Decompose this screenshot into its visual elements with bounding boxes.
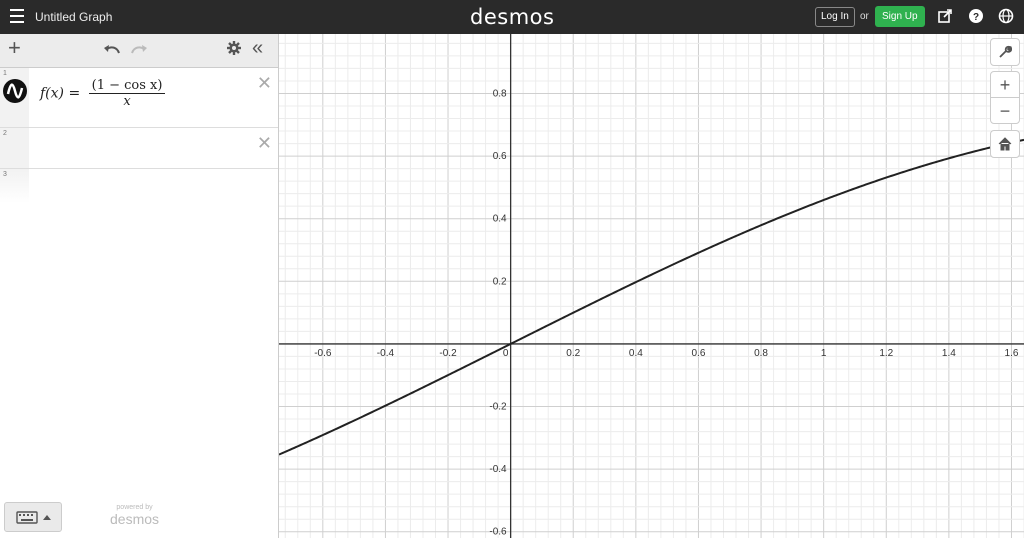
function-curve	[278, 138, 1024, 456]
expression-row-1[interactable]: 1 f(x) = (1 − cos x) x ✕	[0, 68, 278, 128]
powered-by-desmos: desmos	[110, 511, 160, 527]
y-tick-label: 0.6	[493, 151, 507, 162]
y-tick-label: 0.2	[493, 276, 507, 287]
x-tick-label: -0.6	[314, 348, 332, 359]
signup-button[interactable]: Sign Up	[875, 6, 925, 27]
expression-row-3[interactable]: 3	[0, 169, 278, 203]
x-tick-label: 0.8	[754, 348, 768, 359]
expression-formula[interactable]: f(x) = (1 − cos x) x	[40, 78, 166, 109]
x-tick-label: 1.2	[879, 348, 893, 359]
graph-canvas[interactable]: -0.6 -0.4 -0.2 0 0.2 0.4 0.6 0.8 1 1.2 1.4 1.6 0.8 0.…	[278, 34, 1024, 538]
zoom-in-button[interactable]: +	[990, 71, 1020, 98]
x-tick-label: 0	[503, 348, 509, 359]
collapse-panel-icon[interactable]: «	[252, 38, 263, 58]
y-tick-label: -0.6	[489, 527, 507, 538]
x-tick-label: -0.2	[439, 348, 457, 359]
globe-icon[interactable]	[998, 8, 1014, 24]
fraction: (1 − cos x) x	[88, 78, 166, 109]
x-tick-label: 0.6	[692, 348, 706, 359]
graph-paper[interactable]: -0.6 -0.4 -0.2 0 0.2 0.4 0.6 0.8 1 1.2 1.4 1.6 0.8 0.…	[278, 34, 1024, 538]
home-view-icon[interactable]	[990, 130, 1020, 158]
expression-toolbar: + «	[0, 34, 278, 68]
y-tick-label: 0.8	[493, 88, 507, 99]
expression-row-2[interactable]: 2 ✕	[0, 128, 278, 169]
graph-color-icon[interactable]	[3, 79, 27, 103]
x-tick-label: 1.4	[942, 348, 956, 359]
expression-number: 3	[0, 169, 29, 203]
keyboard-toggle-button[interactable]	[4, 502, 62, 532]
numerator: (1 − cos x)	[88, 78, 166, 94]
x-tick-label: 0.2	[566, 348, 580, 359]
expression-number: 1	[0, 68, 29, 127]
y-tick-label: -0.4	[489, 464, 507, 475]
x-tick-label: 0.4	[629, 348, 643, 359]
undo-icon[interactable]	[103, 40, 121, 60]
or-label: or	[860, 11, 869, 22]
help-icon[interactable]: ?	[968, 8, 984, 24]
expression-number: 2	[0, 128, 29, 168]
x-tick-label: -0.4	[377, 348, 395, 359]
powered-by-text: powered by	[116, 504, 153, 511]
x-tick-label: 1	[821, 348, 827, 359]
svg-text:?: ?	[973, 12, 979, 23]
y-tick-label: 0.4	[493, 214, 507, 225]
login-button[interactable]: Log In	[815, 7, 855, 27]
denominator: x	[123, 94, 131, 109]
expression-panel: + « 1 f(x) = (1 − cos x) x ✕ 2 ✕ 3 power…	[0, 34, 279, 538]
top-bar: Untitled Graph desmos Log In or Sign Up …	[0, 0, 1024, 34]
delete-expression-icon[interactable]: ✕	[257, 133, 272, 154]
desmos-logo: desmos	[470, 5, 555, 29]
share-icon[interactable]	[937, 8, 953, 24]
graph-settings-wrench-icon[interactable]	[990, 38, 1020, 66]
add-expression-icon[interactable]: +	[8, 37, 21, 59]
zoom-out-button[interactable]: −	[990, 97, 1020, 124]
graph-title[interactable]: Untitled Graph	[35, 10, 112, 24]
menu-icon[interactable]	[10, 9, 24, 23]
x-tick-label: 1.6	[1005, 348, 1019, 359]
formula-lhs: f(x) =	[40, 85, 81, 102]
powered-by-logo: powered by desmos	[110, 504, 159, 527]
delete-expression-icon[interactable]: ✕	[257, 73, 272, 94]
settings-gear-icon[interactable]	[226, 40, 242, 60]
redo-icon[interactable]	[130, 40, 148, 60]
y-tick-label: -0.2	[489, 402, 507, 413]
